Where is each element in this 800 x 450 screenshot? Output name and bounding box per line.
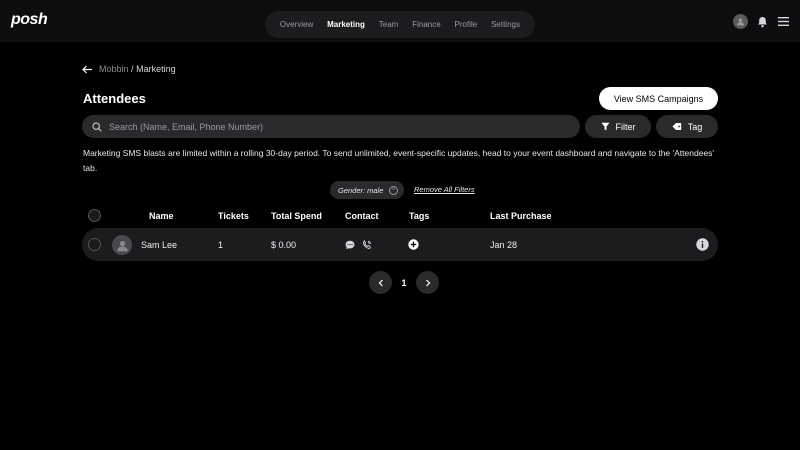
breadcrumb-separator: / [131, 64, 134, 74]
user-avatar[interactable] [733, 14, 748, 29]
nav-settings[interactable]: Settings [491, 20, 520, 29]
nav-profile[interactable]: Profile [455, 20, 478, 29]
breadcrumb-current: Marketing [136, 64, 176, 74]
col-contact: Contact [345, 211, 379, 221]
col-last-purchase: Last Purchase [490, 211, 552, 221]
attendee-avatar [112, 235, 132, 255]
search-bar [82, 115, 580, 138]
nav-finance[interactable]: Finance [412, 20, 440, 29]
filter-label: Filter [615, 121, 636, 132]
pagination: 1 [369, 271, 439, 294]
menu-icon[interactable] [776, 15, 790, 29]
attendee-tickets: 1 [218, 240, 224, 250]
active-filter-chip: Gender: male × [330, 181, 404, 199]
breadcrumb-parent[interactable]: Mobbin [99, 64, 129, 74]
tag-label: Tag [687, 121, 703, 132]
remove-filter-icon[interactable]: × [389, 185, 398, 195]
message-icon[interactable] [345, 240, 355, 250]
top-right-actions [733, 14, 790, 29]
attendee-total-spend: $ 0.00 [271, 240, 297, 250]
active-filter-label: Gender: male [338, 185, 384, 195]
sms-limit-notice: Marketing SMS blasts are limited within … [83, 148, 715, 173]
filter-button[interactable]: Filter [585, 115, 651, 138]
tag-button[interactable]: Tag [656, 115, 718, 138]
next-page-button[interactable] [416, 271, 439, 294]
search-input[interactable] [109, 121, 549, 132]
attendee-name[interactable]: Sam Lee [141, 240, 177, 250]
chevron-right-icon [425, 279, 430, 286]
page-title: Attendees [83, 91, 146, 106]
nav-marketing[interactable]: Marketing [327, 20, 365, 29]
remove-all-filters-link[interactable]: Remove All Filters [414, 185, 475, 194]
col-tags: Tags [409, 211, 430, 221]
tag-icon [672, 122, 682, 131]
user-icon [116, 240, 128, 251]
main-nav: Overview Marketing Team Finance Profile … [265, 11, 535, 38]
info-icon[interactable] [696, 238, 709, 251]
chevron-left-icon [378, 279, 383, 286]
row-checkbox[interactable] [88, 238, 101, 251]
table-row[interactable]: Sam Lee 1 $ 0.00 Jan 28 [82, 228, 718, 261]
view-sms-campaigns-button[interactable]: View SMS Campaigns [599, 87, 718, 110]
add-tag-icon[interactable] [408, 239, 419, 250]
attendee-last-purchase: Jan 28 [490, 240, 518, 250]
bell-icon[interactable] [755, 15, 769, 29]
top-bar: posh Overview Marketing Team Finance Pro… [0, 0, 800, 42]
col-name: Name [149, 211, 174, 221]
phone-icon[interactable] [362, 240, 372, 250]
nav-overview[interactable]: Overview [280, 20, 313, 29]
breadcrumb: Mobbin / Marketing [82, 64, 176, 74]
filter-icon [601, 122, 610, 131]
back-arrow-icon[interactable] [82, 65, 93, 74]
nav-team[interactable]: Team [379, 20, 399, 29]
prev-page-button[interactable] [369, 271, 392, 294]
select-all-checkbox[interactable] [88, 209, 101, 222]
posh-logo[interactable]: posh [11, 11, 48, 29]
col-total-spend: Total Spend [271, 211, 322, 221]
col-tickets: Tickets [218, 211, 249, 221]
current-page: 1 [401, 277, 407, 288]
search-icon [92, 121, 102, 132]
user-icon [736, 18, 745, 26]
table-header: Name Tickets Total Spend Contact Tags La… [82, 208, 718, 224]
